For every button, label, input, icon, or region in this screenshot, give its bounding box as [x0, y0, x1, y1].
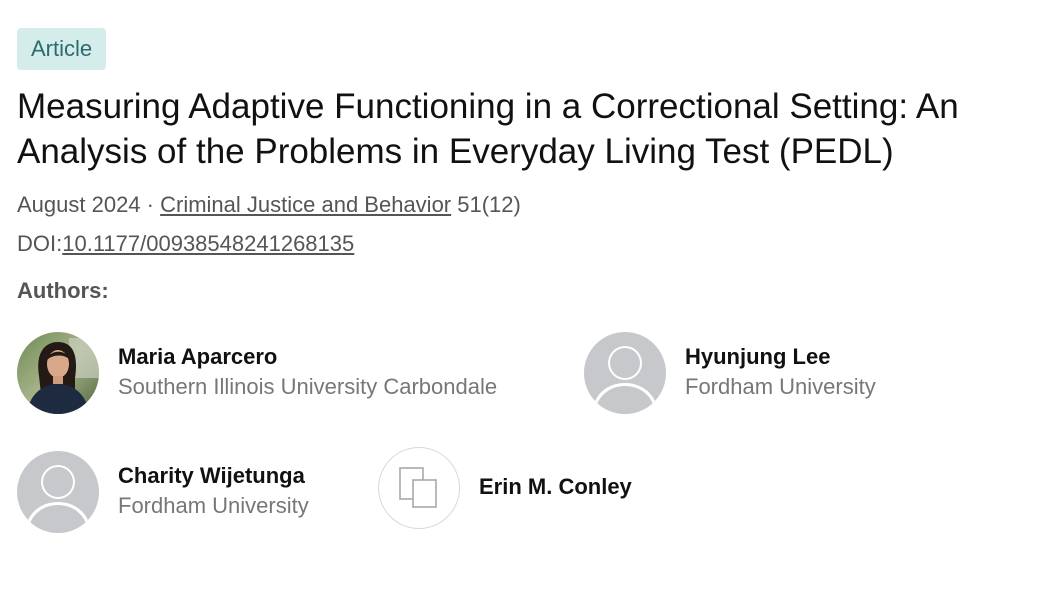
author-photo[interactable] — [17, 332, 99, 414]
author-name[interactable]: Erin M. Conley — [479, 473, 632, 501]
author-name[interactable]: Hyunjung Lee — [685, 343, 830, 371]
author-name[interactable]: Maria Aparcero — [118, 343, 277, 371]
author-card[interactable]: Hyunjung Lee Fordham University — [584, 332, 1024, 414]
document-copy-icon[interactable] — [378, 447, 460, 529]
authors-heading: Authors: — [17, 278, 109, 303]
author-card[interactable]: Charity Wijetunga Fordham University — [17, 451, 357, 533]
volume-issue: 51(12) — [451, 192, 521, 217]
person-placeholder-icon[interactable] — [584, 332, 666, 414]
doi-info: DOI:10.1177/00938548241268135 — [17, 229, 354, 259]
doi-label: DOI: — [17, 231, 63, 256]
author-affiliation: Southern Illinois University Carbondale — [118, 374, 498, 399]
journal-link[interactable]: Criminal Justice and Behavior — [160, 192, 451, 217]
author-photo-image — [17, 332, 99, 414]
publication-date: August 2024 — [17, 192, 141, 217]
author-card[interactable]: Erin M. Conley — [378, 447, 678, 529]
meta-separator: · — [140, 192, 161, 217]
author-card[interactable]: Maria Aparcero Southern Illinois Univers… — [17, 332, 557, 414]
author-affiliation: Fordham University — [118, 493, 309, 518]
author-name[interactable]: Charity Wijetunga — [118, 462, 305, 490]
doi-link[interactable]: 10.1177/00938548241268135 — [62, 231, 354, 256]
person-placeholder-icon[interactable] — [17, 451, 99, 533]
article-type-badge: Article — [17, 28, 107, 70]
author-affiliation: Fordham University — [685, 374, 876, 399]
article-title: Measuring Adaptive Functioning in a Corr… — [17, 87, 959, 171]
publication-info: August 2024 · Criminal Justice and Behav… — [17, 190, 521, 220]
